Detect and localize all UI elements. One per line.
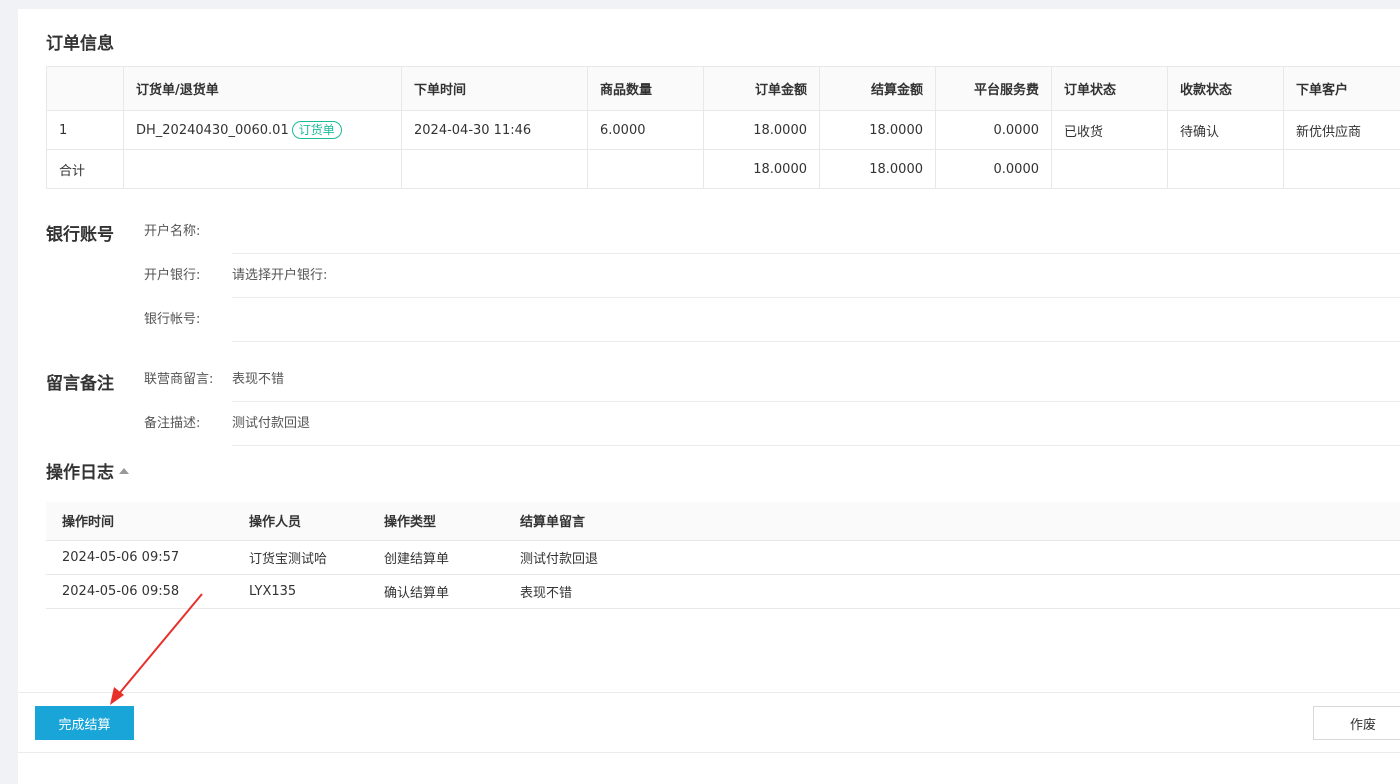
col-index xyxy=(46,66,124,111)
row-settle-amount: 18.0000 xyxy=(819,110,936,150)
remarks-title: 留言备注 xyxy=(46,374,114,394)
col-time: 下单时间 xyxy=(401,66,588,111)
row-qty: 6.0000 xyxy=(587,110,704,150)
desc-row: 备注描述: 测试付款回退 xyxy=(144,402,1400,446)
bank-row: 开户银行: 请选择开户银行: xyxy=(144,254,1400,298)
account-no-field[interactable] xyxy=(232,298,1400,342)
col-order-status: 订单状态 xyxy=(1051,66,1168,111)
row-customer: 新优供应商 xyxy=(1283,110,1400,150)
total-order-amount: 18.0000 xyxy=(703,149,820,189)
account-no-row: 银行帐号: xyxy=(144,298,1400,342)
complete-settlement-button[interactable]: 完成结算 xyxy=(35,706,134,740)
col-settle-amount: 结算金额 xyxy=(819,66,936,111)
col-payment-status: 收款状态 xyxy=(1167,66,1284,111)
row-time: 2024-04-30 11:46 xyxy=(401,110,588,150)
log-col-user: 操作人员 xyxy=(233,502,368,541)
log-type: 确认结算单 xyxy=(368,574,504,609)
col-order-amount: 订单金额 xyxy=(703,66,820,111)
table-row: 2024-05-06 09:58 LYX135 确认结算单 表现不错 xyxy=(46,574,1400,609)
left-bar xyxy=(0,0,18,784)
caret-up-icon xyxy=(119,468,129,474)
col-service-fee: 平台服务费 xyxy=(935,66,1052,111)
top-bar xyxy=(0,0,1400,9)
desc-value: 测试付款回退 xyxy=(232,402,1400,446)
log-title: 操作日志 xyxy=(46,463,114,483)
account-no-label: 银行帐号: xyxy=(144,312,201,327)
log-table: 操作时间 操作人员 操作类型 结算单留言 2024-05-06 09:57 订货… xyxy=(46,502,1400,609)
row-service-fee: 0.0000 xyxy=(935,110,1052,150)
bank-label: 开户银行: xyxy=(144,268,201,283)
col-customer: 下单客户 xyxy=(1283,66,1400,111)
operator-msg-value: 表现不错 xyxy=(232,358,1400,402)
log-msg: 表现不错 xyxy=(504,574,1400,609)
log-title-toggle[interactable]: 操作日志 xyxy=(46,458,129,483)
log-table-header: 操作时间 操作人员 操作类型 结算单留言 xyxy=(46,502,1400,541)
account-name-field[interactable] xyxy=(232,210,1400,254)
operator-msg-label: 联营商留言: xyxy=(144,372,214,387)
void-button[interactable]: 作废 xyxy=(1313,706,1400,740)
log-col-msg: 结算单留言 xyxy=(504,502,1400,541)
footer-divider-bottom xyxy=(18,752,1400,753)
log-user: 订货宝测试哈 xyxy=(233,540,368,575)
account-name-label: 开户名称: xyxy=(144,224,201,239)
order-info-title: 订单信息 xyxy=(46,34,114,54)
log-col-time: 操作时间 xyxy=(46,502,233,541)
total-label: 合计 xyxy=(46,149,124,189)
row-order-no-cell: DH_20240430_0060.01 订货单 xyxy=(123,110,402,150)
col-qty: 商品数量 xyxy=(587,66,704,111)
log-msg: 测试付款回退 xyxy=(504,540,1400,575)
settlement-detail-panel: 订单信息 订货单/退货单 下单时间 商品数量 订单金额 结算金额 平台服务费 订… xyxy=(18,9,1400,784)
log-type: 创建结算单 xyxy=(368,540,504,575)
log-time: 2024-05-06 09:57 xyxy=(46,540,233,575)
total-settle-amount: 18.0000 xyxy=(819,149,936,189)
footer-divider xyxy=(18,692,1400,693)
row-index: 1 xyxy=(46,110,124,150)
order-type-badge: 订货单 xyxy=(291,121,342,139)
order-table: 订货单/退货单 下单时间 商品数量 订单金额 结算金额 平台服务费 订单状态 收… xyxy=(46,66,1400,189)
bank-title: 银行账号 xyxy=(46,225,114,245)
bank-select[interactable]: 请选择开户银行: xyxy=(232,254,1400,298)
total-service-fee: 0.0000 xyxy=(935,149,1052,189)
row-order-status: 已收货 xyxy=(1051,110,1168,150)
account-name-row: 开户名称: xyxy=(144,210,1400,254)
log-time: 2024-05-06 09:58 xyxy=(46,574,233,609)
total-row: 合计 18.0000 18.0000 0.0000 xyxy=(46,149,1400,189)
order-no-link[interactable]: DH_20240430_0060.01 xyxy=(136,123,289,138)
log-col-type: 操作类型 xyxy=(368,502,504,541)
row-payment-status: 待确认 xyxy=(1167,110,1284,150)
log-user: LYX135 xyxy=(233,574,368,609)
desc-label: 备注描述: xyxy=(144,416,201,431)
row-order-amount: 18.0000 xyxy=(703,110,820,150)
table-row: 1 DH_20240430_0060.01 订货单 2024-04-30 11:4… xyxy=(46,110,1400,150)
table-row: 2024-05-06 09:57 订货宝测试哈 创建结算单 测试付款回退 xyxy=(46,540,1400,575)
order-table-header: 订货单/退货单 下单时间 商品数量 订单金额 结算金额 平台服务费 订单状态 收… xyxy=(46,66,1400,111)
col-order-no: 订货单/退货单 xyxy=(123,66,402,111)
operator-msg-row: 联营商留言: 表现不错 xyxy=(144,358,1400,402)
